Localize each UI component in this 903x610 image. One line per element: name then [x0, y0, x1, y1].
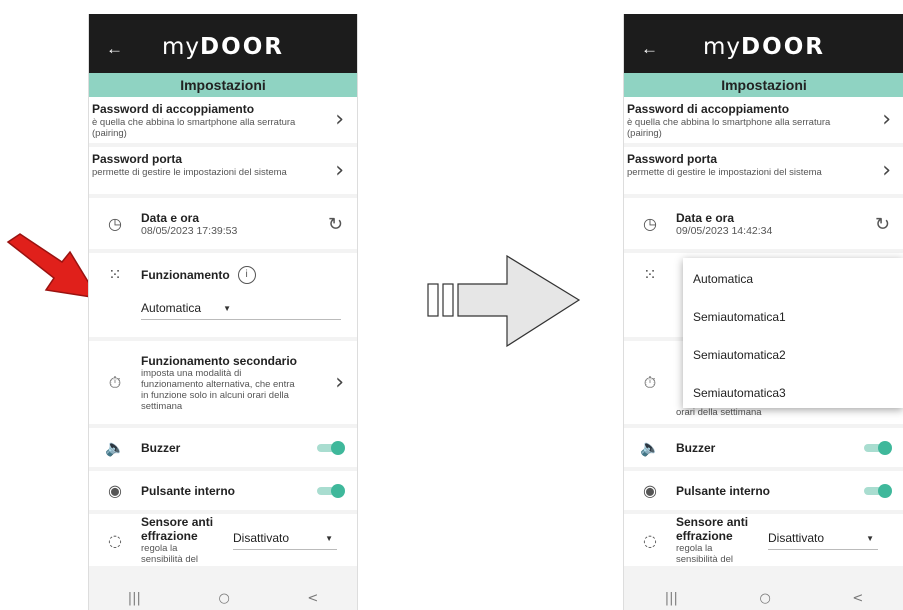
- internal-button-title: Pulsante interno: [676, 483, 771, 498]
- timer-icon: ⏱: [108, 372, 122, 392]
- keypad-icon: ⁙: [108, 265, 122, 284]
- page-title: Impostazioni: [624, 73, 903, 97]
- page-title: Impostazioni: [89, 73, 357, 97]
- phone-screen-before: ← myDOOR Impostazioni Password di accopp…: [88, 14, 358, 610]
- radio-button-icon: ◉: [643, 481, 657, 500]
- door-password-title: Password porta: [627, 152, 718, 166]
- dropdown-caret-icon: ▼: [325, 533, 333, 543]
- speaker-icon: 🔈: [640, 438, 660, 457]
- operation-title: Funzionamento: [141, 267, 230, 282]
- secondary-operation-title: Funzionamento secondario: [141, 353, 298, 368]
- internal-button-toggle[interactable]: [317, 483, 345, 498]
- door-password-item[interactable]: Password porta permette di gestire le im…: [89, 147, 357, 194]
- home-icon[interactable]: ○: [759, 591, 770, 606]
- refresh-icon[interactable]: ↻: [875, 214, 890, 235]
- app-logo: myDOOR: [703, 34, 825, 60]
- internal-button-toggle[interactable]: [864, 483, 892, 498]
- transition-arrow-icon: [427, 254, 581, 348]
- android-nav-bar: ||| ○ <: [624, 586, 903, 610]
- anti-tamper-title: Sensore anti effrazione: [676, 515, 749, 543]
- recents-icon[interactable]: |||: [128, 591, 141, 606]
- radio-button-icon: ◉: [108, 481, 122, 500]
- back-nav-icon[interactable]: <: [852, 591, 863, 606]
- anti-tamper-item: ◌ Sensore anti effrazione regola la sensib…: [624, 514, 903, 566]
- buzzer-toggle[interactable]: [317, 440, 345, 455]
- app-header: ← myDOOR: [624, 14, 903, 73]
- back-nav-icon[interactable]: <: [307, 591, 318, 606]
- door-password-item[interactable]: Password porta permette di gestire le im…: [624, 147, 903, 194]
- pairing-password-subtitle: è quella che abbina lo smartphone alla s…: [92, 117, 296, 139]
- recents-icon[interactable]: |||: [665, 591, 678, 606]
- vibration-icon: ◌: [108, 530, 122, 550]
- app-header: ← myDOOR: [89, 14, 357, 73]
- secondary-operation-subtitle: imposta una modalità di funzionamento al…: [141, 367, 295, 412]
- internal-button-title: Pulsante interno: [141, 483, 236, 498]
- operation-item: ⁙ Funzionamento i Automatica ▼: [89, 253, 357, 337]
- datetime-item: ◷ Data e ora 09/05/2023 14:42:34 ↻: [624, 198, 903, 249]
- anti-tamper-item: ◌ Sensore anti effrazione regola la sensib…: [89, 514, 357, 566]
- pairing-password-item[interactable]: Password di accoppiamento è quella che a…: [624, 97, 903, 143]
- secondary-operation-item[interactable]: ⏱ Funzionamento secondario imposta una m…: [89, 341, 357, 424]
- clock-icon: ◷: [108, 214, 122, 233]
- anti-tamper-subtitle: regola la sensibilità del: [676, 543, 734, 565]
- timer-icon: ⏱: [643, 372, 657, 392]
- anti-tamper-value: Disattivato: [233, 530, 290, 545]
- pairing-password-item[interactable]: Password di accoppiamento è quella che a…: [89, 97, 357, 143]
- info-icon[interactable]: i: [237, 265, 256, 284]
- refresh-icon[interactable]: ↻: [328, 214, 343, 235]
- datetime-item: ◷ Data e ora 08/05/2023 17:39:53 ↻: [89, 198, 357, 249]
- speaker-icon: 🔈: [105, 438, 125, 457]
- anti-tamper-subtitle: regola la sensibilità del: [141, 543, 199, 565]
- dropdown-option-semiautomatica2[interactable]: Semiautomatica2: [683, 338, 903, 372]
- anti-tamper-title: Sensore anti effrazione: [141, 515, 214, 543]
- datetime-title: Data e ora: [676, 210, 735, 225]
- app-logo: myDOOR: [162, 34, 284, 60]
- operation-selected: Automatica: [141, 301, 202, 315]
- keypad-icon: ⁙: [643, 265, 657, 284]
- chevron-right-icon: ›: [882, 157, 891, 183]
- chevron-right-icon: ›: [335, 157, 344, 183]
- operation-dropdown-menu: Automatica Semiautomatica1 Semiautomatic…: [683, 258, 903, 408]
- dropdown-option-semiautomatica1[interactable]: Semiautomatica1: [683, 300, 903, 334]
- dropdown-option-automatica[interactable]: Automatica: [683, 262, 903, 296]
- dropdown-caret-icon: ▼: [866, 533, 874, 543]
- buzzer-item: 🔈 Buzzer: [624, 428, 903, 467]
- anti-tamper-select[interactable]: Disattivato ▼: [233, 531, 337, 550]
- buzzer-title: Buzzer: [141, 440, 181, 455]
- door-password-subtitle: permette di gestire le impostazioni del …: [627, 167, 822, 178]
- door-password-title: Password porta: [92, 152, 183, 166]
- internal-button-item: ◉ Pulsante interno: [89, 471, 357, 510]
- chevron-right-icon: ›: [882, 107, 891, 132]
- internal-button-item: ◉ Pulsante interno: [624, 471, 903, 510]
- vibration-icon: ◌: [643, 530, 657, 550]
- operation-select[interactable]: Automatica ▼: [141, 301, 341, 320]
- chevron-right-icon: ›: [335, 369, 344, 395]
- android-nav-bar: ||| ○ <: [89, 586, 357, 610]
- datetime-title: Data e ora: [141, 210, 200, 225]
- home-icon[interactable]: ○: [218, 591, 229, 606]
- pairing-password-title: Password di accoppiamento: [92, 102, 255, 116]
- anti-tamper-value: Disattivato: [768, 530, 825, 545]
- datetime-value: 09/05/2023 14:42:34: [676, 224, 773, 237]
- buzzer-toggle[interactable]: [864, 440, 892, 455]
- dropdown-caret-icon: ▼: [223, 304, 231, 313]
- door-password-subtitle: permette di gestire le impostazioni del …: [92, 167, 287, 178]
- pairing-password-subtitle: è quella che abbina lo smartphone alla s…: [627, 117, 831, 139]
- dropdown-option-semiautomatica3[interactable]: Semiautomatica3: [683, 376, 903, 410]
- buzzer-item: 🔈 Buzzer: [89, 428, 357, 467]
- anti-tamper-select[interactable]: Disattivato ▼: [768, 531, 878, 550]
- clock-icon: ◷: [643, 214, 657, 233]
- pairing-password-title: Password di accoppiamento: [627, 102, 790, 116]
- buzzer-title: Buzzer: [676, 440, 716, 455]
- datetime-value: 08/05/2023 17:39:53: [141, 224, 238, 237]
- chevron-right-icon: ›: [335, 107, 344, 132]
